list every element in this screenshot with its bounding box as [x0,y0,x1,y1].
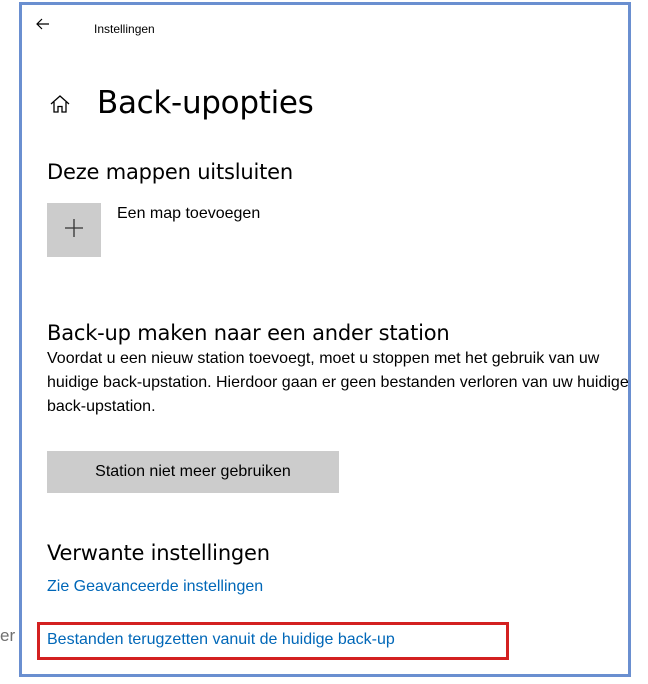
add-folder-label[interactable]: Een map toevoegen [117,205,260,223]
related-settings-heading: Verwante instellingen [47,541,270,565]
back-arrow-icon [36,17,50,35]
other-drive-heading: Back-up maken naar een ander station [47,321,450,345]
home-icon[interactable] [49,93,73,117]
advanced-settings-link[interactable]: Zie Geavanceerde instellingen [47,578,263,596]
screenshot-canvas: er Instellingen Back-upopties Deze mappe… [0,0,648,684]
title-bar: Instellingen [22,5,628,51]
page-header: Back-upopties [49,85,314,121]
stop-using-drive-button[interactable]: Station niet meer gebruiken [47,451,339,493]
exclude-folders-heading: Deze mappen uitsluiten [47,160,293,184]
highlight-annotation-box [37,622,509,660]
settings-window: Instellingen Back-upopties Deze mappen u… [19,2,631,677]
window-title: Instellingen [94,22,155,36]
add-folder-button[interactable] [47,203,101,257]
other-drive-description: Voordat u een nieuw station toevoegt, mo… [47,350,629,415]
page-title: Back-upopties [97,85,314,121]
cut-off-text: er [0,626,16,645]
plus-icon [64,218,84,243]
back-button[interactable] [28,11,58,41]
